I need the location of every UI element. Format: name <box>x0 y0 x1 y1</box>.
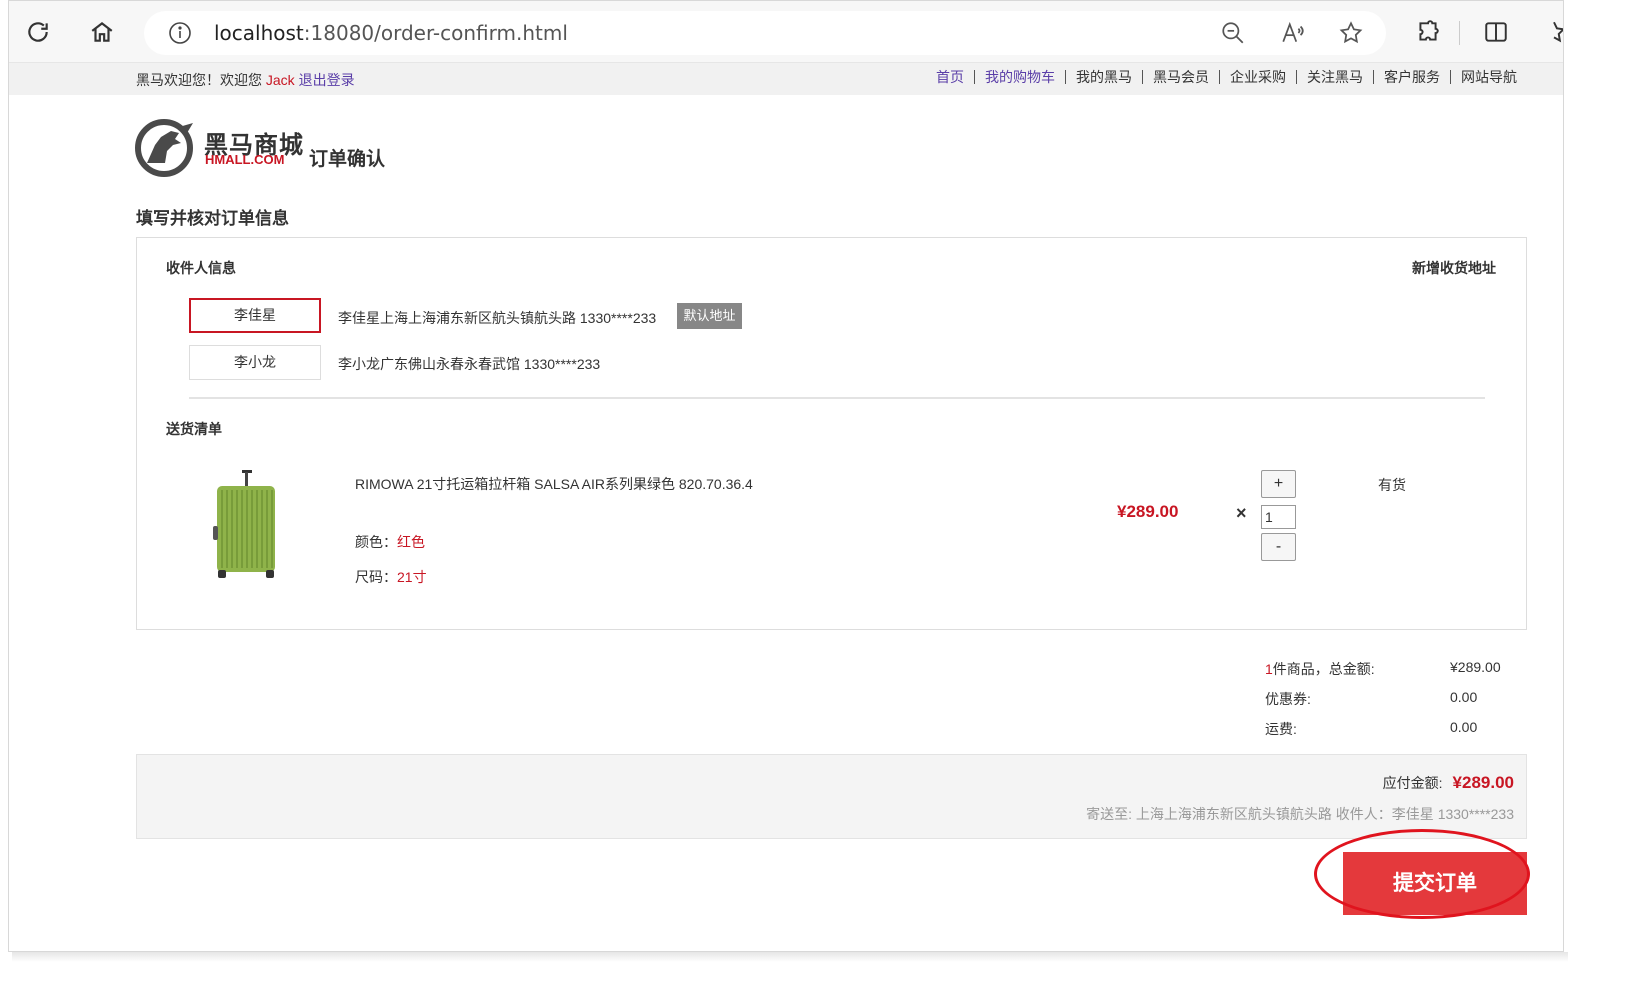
welcome-text: 黑马欢迎您！欢迎您 Jack 退出登录 <box>136 70 355 90</box>
size-label: 尺码： <box>355 569 397 585</box>
nav-membership[interactable]: 黑马会员 <box>1142 70 1219 84</box>
quantity-input[interactable] <box>1261 505 1296 529</box>
nav-enterprise[interactable]: 企业采购 <box>1219 70 1296 84</box>
ship-to-info: 寄送至: 上海上海浦东新区航头镇航头路 收件人：李佳星 1330****233 <box>1086 806 1514 822</box>
home-icon[interactable] <box>85 15 119 49</box>
zoom-out-icon[interactable] <box>1216 16 1250 50</box>
color-value: 红色 <box>397 534 425 550</box>
nav-my-cart[interactable]: 我的购物车 <box>974 70 1065 84</box>
payable-amount: ¥289.00 <box>1452 773 1514 792</box>
address-detail-1: 李佳星上海上海浦东新区航头镇航头路 1330****233 <box>338 310 657 326</box>
nav-customer-service[interactable]: 客户服务 <box>1373 70 1450 84</box>
frame-shadow <box>12 952 1568 962</box>
address-detail-2: 李小龙广东佛山永春永春武馆 1330****233 <box>338 356 601 372</box>
quantity-decrease-button[interactable]: - <box>1261 533 1296 561</box>
item-count: 1 <box>1265 661 1273 677</box>
default-address-badge: 默认地址 <box>677 303 742 329</box>
product-size: 尺码：21寸 <box>355 567 427 587</box>
payable-line: 应付金额: ¥289.00 <box>1383 773 1514 793</box>
read-aloud-icon[interactable] <box>1276 16 1310 50</box>
browser-window: localhost:18080/order-confirm.html 黑马欢迎您… <box>8 0 1564 952</box>
product-color: 颜色：红色 <box>355 532 425 552</box>
section-divider <box>189 397 1485 399</box>
info-icon[interactable] <box>168 21 192 45</box>
url-path: :18080/order-confirm.html <box>303 21 568 45</box>
stock-status: 有货 <box>1378 477 1406 493</box>
address-bar[interactable]: localhost:18080/order-confirm.html <box>144 11 1386 55</box>
coupon-label: 优惠券: <box>1265 691 1311 707</box>
size-value: 21寸 <box>397 569 427 585</box>
color-label: 颜色： <box>355 534 397 550</box>
receiver-info-title: 收件人信息 <box>166 260 236 276</box>
receiver-option-2[interactable]: 李小龙 <box>189 345 321 380</box>
multiply-sign: × <box>1236 503 1247 523</box>
extensions-icon[interactable] <box>1411 15 1445 49</box>
shipping-value: 0.00 <box>1450 719 1478 735</box>
product-price: ¥289.00 <box>1117 502 1179 521</box>
product-name[interactable]: RIMOWA 21寸托运箱拉杆箱 SALSA AIR系列果绿色 820.70.3… <box>355 474 753 494</box>
add-address-link[interactable]: 新增收货地址 <box>1412 258 1496 278</box>
welcome-message: 黑马欢迎您！欢迎您 <box>136 72 262 88</box>
top-nav: 首页 我的购物车 我的黑马 黑马会员 企业采购 关注黑马 客户服务 网站导航 <box>926 70 1527 84</box>
payment-panel: 应付金额: ¥289.00 寄送至: 上海上海浦东新区航头镇航头路 收件人：李佳星… <box>136 754 1527 839</box>
nav-my-heima[interactable]: 我的黑马 <box>1065 70 1142 84</box>
payable-label: 应付金额: <box>1382 775 1443 791</box>
logout-link[interactable]: 退出登录 <box>299 72 355 88</box>
logo-text-en[interactable]: HMALL.COM <box>205 152 284 167</box>
nav-follow[interactable]: 关注黑马 <box>1296 70 1373 84</box>
total-amount: ¥289.00 <box>1450 659 1501 675</box>
url-host: localhost <box>214 21 304 45</box>
username[interactable]: Jack <box>266 72 295 88</box>
order-info-panel: 收件人信息 新增收货地址 李佳星 李佳星上海上海浦东新区航头镇航头路 1330*… <box>136 237 1527 630</box>
delivery-list-title: 送货清单 <box>166 421 222 437</box>
receiver-option-1[interactable]: 李佳星 <box>189 298 321 333</box>
nav-site-map[interactable]: 网站导航 <box>1450 70 1527 84</box>
total-count-label: 1件商品，总金额: <box>1265 659 1375 679</box>
shipping-label: 运费: <box>1265 721 1297 737</box>
item-count-label: 件商品，总金额: <box>1272 661 1375 677</box>
toolbar-divider <box>1459 21 1460 45</box>
split-screen-icon[interactable] <box>1479 15 1513 49</box>
refresh-icon[interactable] <box>21 15 55 49</box>
url-text[interactable]: localhost:18080/order-confirm.html <box>214 21 568 45</box>
product-image <box>189 466 303 582</box>
section-title: 填写并核对订单信息 <box>136 209 289 228</box>
favorites-icon[interactable] <box>1537 15 1563 49</box>
coupon-value: 0.00 <box>1450 689 1478 705</box>
horse-logo-icon[interactable] <box>135 119 197 177</box>
quantity-increase-button[interactable]: + <box>1261 470 1296 498</box>
page-title: 订单确认 <box>309 149 386 170</box>
site-topbar: 黑马欢迎您！欢迎您 Jack 退出登录 首页 我的购物车 我的黑马 黑马会员 企… <box>9 63 1563 95</box>
submit-order-button[interactable]: 提交订单 <box>1343 852 1527 915</box>
browser-toolbar: localhost:18080/order-confirm.html <box>9 1 1563 63</box>
nav-home[interactable]: 首页 <box>926 70 974 84</box>
favorite-star-icon[interactable] <box>1334 16 1368 50</box>
